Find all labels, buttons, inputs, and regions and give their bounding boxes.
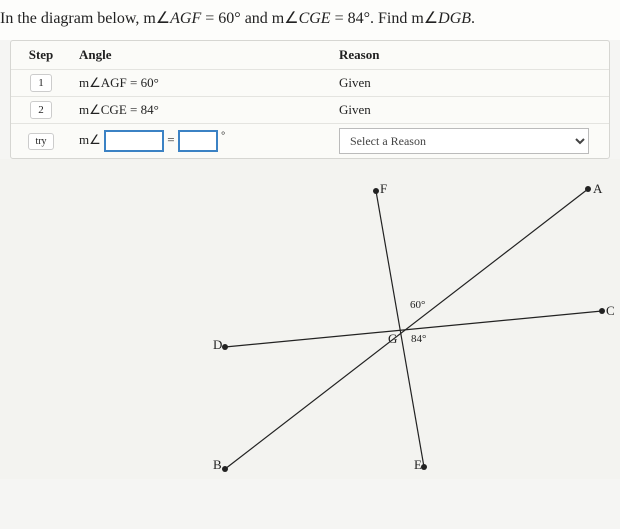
step-badge: 2 <box>30 101 52 119</box>
reason-cell: Given <box>331 102 609 118</box>
angle-label-60: 60° <box>410 299 425 311</box>
point-label-f: F <box>380 181 387 197</box>
prompt-eq2: = 84°. Find m∠ <box>331 10 439 27</box>
header-step: Step <box>11 47 71 63</box>
prompt-ang2: CGE <box>299 10 331 27</box>
reason-cell: Given <box>331 75 609 91</box>
point-label-g: G <box>388 331 397 347</box>
m-angle-prefix: m∠ <box>79 132 101 147</box>
point-label-b: B <box>213 457 222 473</box>
prompt-prefix: In the diagram below, m∠ <box>0 10 170 27</box>
header-angle: Angle <box>71 47 331 63</box>
table-row: 2 m∠CGE = 84° Given <box>11 97 609 124</box>
angle-cell: m∠CGE = 84° <box>71 102 331 118</box>
point-label-c: C <box>606 303 615 319</box>
prompt-suffix: . <box>471 10 475 27</box>
degree-symbol: ° <box>221 131 225 142</box>
header-reason: Reason <box>331 47 609 63</box>
angle-label-84: 84° <box>411 333 426 345</box>
table-row-input: try m∠ = ° Select a Reason <box>11 124 609 158</box>
table-header-row: Step Angle Reason <box>11 41 609 70</box>
prompt-eq1: = 60° and m∠ <box>201 10 298 27</box>
angle-value-input[interactable] <box>178 130 218 152</box>
point-label-a: A <box>593 181 602 197</box>
problem-prompt: In the diagram below, m∠AGF = 60° and m∠… <box>0 0 620 40</box>
step-badge: 1 <box>30 74 52 92</box>
equals-sign: = <box>167 132 174 147</box>
try-badge: try <box>28 133 53 150</box>
prompt-target: DGB <box>438 10 471 27</box>
point-label-e: E <box>414 457 422 473</box>
point-label-d: D <box>213 337 222 353</box>
angle-cell: m∠AGF = 60° <box>71 75 331 91</box>
table-row: 1 m∠AGF = 60° Given <box>11 70 609 97</box>
proof-table: Step Angle Reason 1 m∠AGF = 60° Given 2 … <box>10 40 610 159</box>
prompt-ang1: AGF <box>170 10 201 27</box>
reason-select[interactable]: Select a Reason <box>339 128 589 154</box>
diagram-svg <box>0 159 620 479</box>
geometry-diagram: F A C D B E G 60° 84° <box>0 159 620 479</box>
angle-name-input[interactable] <box>104 130 164 152</box>
